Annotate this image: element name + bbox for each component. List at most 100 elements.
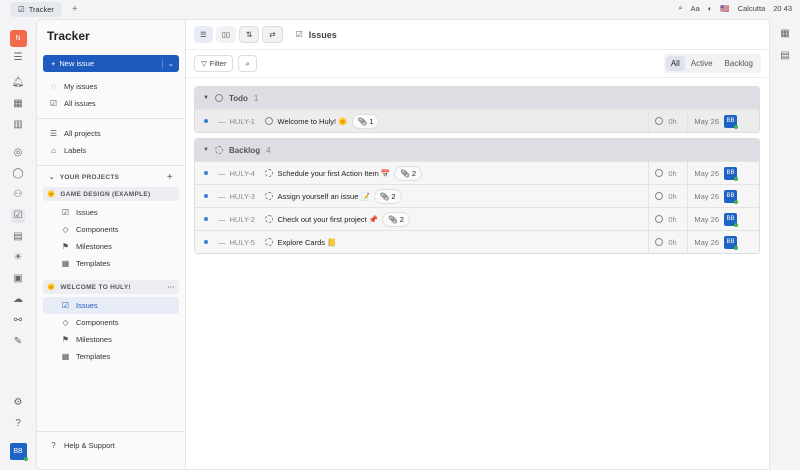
menu-icon[interactable]: ☰ bbox=[11, 51, 25, 65]
contacts-icon[interactable]: ◎ bbox=[11, 146, 25, 160]
estimation[interactable]: 0h bbox=[668, 169, 682, 178]
collapse-icon[interactable]: ▼ bbox=[203, 147, 209, 153]
sort-button[interactable]: ⇅ bbox=[239, 26, 260, 43]
board-view-button[interactable]: ▯▯ bbox=[215, 26, 236, 43]
calendar-icon[interactable]: ▦ bbox=[11, 97, 25, 111]
project-item-templates[interactable]: ▦ Templates bbox=[37, 255, 185, 272]
status-icon[interactable] bbox=[264, 215, 273, 223]
user-avatar[interactable]: BB bbox=[9, 442, 28, 461]
estimation[interactable]: 0h bbox=[668, 192, 682, 201]
settings-sliders-icon[interactable]: ⚙ bbox=[11, 396, 25, 410]
chat-icon[interactable]: ◯ bbox=[11, 167, 25, 181]
help-icon[interactable]: ? bbox=[11, 417, 25, 431]
issue-row[interactable]: — HULY-5 Explore Cards 📒 0h May 26 BB bbox=[195, 230, 759, 253]
office-icon[interactable]: ▥ bbox=[11, 118, 25, 132]
tab-active[interactable]: Active bbox=[685, 56, 719, 71]
sidebar-item-labels[interactable]: ⌂ Labels bbox=[37, 142, 185, 159]
edit-icon[interactable]: ✎ bbox=[11, 335, 25, 349]
project-item-issues[interactable]: ☑ Issues bbox=[37, 204, 185, 221]
status-icon[interactable] bbox=[264, 117, 273, 125]
assignee-avatar[interactable]: BB bbox=[724, 212, 738, 227]
priority-icon[interactable]: — bbox=[218, 215, 226, 224]
theme-icon[interactable]: ◐ bbox=[708, 4, 713, 13]
attachments-badge[interactable]: 📎︎ 2 bbox=[394, 165, 423, 181]
project-item-components[interactable]: ◇ Components bbox=[37, 221, 185, 238]
process-icon[interactable]: ⚯ bbox=[11, 314, 25, 328]
due-date[interactable]: May 26 bbox=[687, 230, 719, 253]
issue-id[interactable]: HULY-3 bbox=[230, 192, 260, 201]
issue-title[interactable]: Schedule your first Action Item 📅 bbox=[278, 169, 391, 178]
issue-row[interactable]: — HULY-3 Assign yourself an issue 📝 📎︎ 2 0h M… bbox=[195, 184, 759, 208]
issue-row[interactable]: — HULY-4 Schedule your first Action Item 📅… bbox=[195, 161, 759, 185]
issue-id[interactable]: HULY-4 bbox=[230, 169, 260, 178]
view-options-button[interactable]: ⇄ bbox=[262, 26, 283, 43]
sidebar-item-all-projects[interactable]: ☰ All projects bbox=[37, 125, 185, 142]
sidebar-item-all-issues[interactable]: ☑ All issues bbox=[37, 95, 185, 112]
assignee-avatar[interactable]: BB bbox=[724, 235, 738, 250]
documents-icon[interactable]: ▤ bbox=[11, 230, 25, 244]
cloud-icon[interactable]: ☁ bbox=[11, 293, 25, 307]
issue-row[interactable]: — HULY-1 Welcome to Huly! 🌞 📎︎ 1 0h May 26 BB bbox=[195, 109, 759, 132]
collapse-icon[interactable]: ▼ bbox=[203, 95, 209, 101]
new-tab-button[interactable]: + bbox=[72, 4, 78, 15]
assignee-avatar[interactable]: BB bbox=[724, 114, 738, 129]
people-icon[interactable]: ⚇ bbox=[11, 188, 25, 202]
new-issue-button[interactable]: + New issue ⌄ bbox=[43, 55, 179, 72]
assignee-avatar[interactable]: BB bbox=[724, 189, 738, 204]
status-icon[interactable] bbox=[264, 169, 273, 177]
search-icon[interactable]: ⌕ bbox=[678, 3, 682, 13]
project-item-milestones[interactable]: ⚑ Milestones bbox=[37, 331, 185, 348]
help-support-button[interactable]: ? Help & Support bbox=[37, 431, 185, 459]
calendar-icon[interactable]: ▦ bbox=[778, 27, 792, 41]
group-header[interactable]: ▼ Backlog 4 bbox=[195, 139, 759, 161]
document-icon[interactable]: ▤ bbox=[778, 49, 792, 63]
issue-id[interactable]: HULY-2 bbox=[230, 215, 260, 224]
sun-icon[interactable]: ☀ bbox=[11, 251, 25, 265]
estimation[interactable]: 0h bbox=[668, 117, 682, 126]
priority-icon[interactable]: — bbox=[218, 169, 226, 178]
workspace-avatar[interactable]: N bbox=[9, 30, 27, 47]
issue-title[interactable]: Welcome to Huly! 🌞 bbox=[278, 117, 348, 126]
font-size-button[interactable]: Aa bbox=[691, 4, 700, 13]
tracker-icon[interactable]: ☑ bbox=[11, 208, 25, 223]
tab-all[interactable]: All bbox=[665, 56, 685, 71]
assignee-avatar[interactable]: BB bbox=[724, 166, 738, 181]
issue-title[interactable]: Check out your first project 📌 bbox=[278, 215, 379, 224]
issue-title[interactable]: Assign yourself an issue 📝 bbox=[278, 192, 370, 201]
notifications-icon[interactable]: 🔔︎ bbox=[11, 76, 25, 90]
status-icon[interactable] bbox=[264, 238, 273, 246]
chevron-down-icon[interactable]: ⌄ bbox=[161, 59, 179, 68]
sidebar-item-my-issues[interactable]: ◌ My issues bbox=[37, 78, 185, 95]
project-game-design[interactable]: 🌞 GAME DESIGN (EXAMPLE) bbox=[43, 187, 179, 201]
priority-icon[interactable]: — bbox=[218, 238, 226, 247]
project-item-milestones[interactable]: ⚑ Milestones bbox=[37, 238, 185, 255]
project-item-components[interactable]: ◇ Components bbox=[37, 314, 185, 331]
group-header[interactable]: ▼ Todo 1 bbox=[195, 87, 759, 109]
project-welcome[interactable]: 🌞 WELCOME TO HULY! ··· bbox=[43, 280, 179, 294]
status-icon[interactable] bbox=[264, 192, 273, 200]
due-date[interactable]: May 26 bbox=[687, 161, 719, 185]
add-project-button[interactable]: + bbox=[167, 172, 173, 183]
due-date[interactable]: May 26 bbox=[687, 109, 719, 132]
priority-icon[interactable]: — bbox=[218, 117, 226, 126]
search-button[interactable]: ⌕ bbox=[238, 55, 257, 72]
flag-icon[interactable]: 🇺🇸 bbox=[720, 4, 729, 13]
due-date[interactable]: May 26 bbox=[687, 184, 719, 208]
project-item-issues[interactable]: ☑ Issues bbox=[43, 297, 179, 314]
cards-icon[interactable]: ▣ bbox=[11, 272, 25, 286]
tab-tracker[interactable]: ☑ Tracker bbox=[10, 2, 62, 17]
project-item-templates[interactable]: ▦ Templates bbox=[37, 348, 185, 365]
priority-icon[interactable]: — bbox=[218, 192, 226, 201]
estimation[interactable]: 0h bbox=[668, 238, 682, 247]
estimation[interactable]: 0h bbox=[668, 215, 682, 224]
issue-row[interactable]: — HULY-2 Check out your first project 📌 📎︎ … bbox=[195, 207, 759, 231]
more-icon[interactable]: ··· bbox=[168, 284, 175, 291]
issue-id[interactable]: HULY-5 bbox=[230, 238, 260, 247]
attachments-badge[interactable]: 📎︎ 2 bbox=[382, 211, 410, 227]
attachments-badge[interactable]: 📎︎ 2 bbox=[373, 188, 402, 204]
issue-title[interactable]: Explore Cards 📒 bbox=[278, 238, 337, 247]
filter-button[interactable]: ▽ Filter bbox=[194, 55, 234, 72]
your-projects-header[interactable]: ⌄ YOUR PROJECTS + bbox=[37, 170, 185, 184]
attachments-badge[interactable]: 📎︎ 1 bbox=[351, 113, 380, 129]
issue-id[interactable]: HULY-1 bbox=[230, 117, 260, 126]
